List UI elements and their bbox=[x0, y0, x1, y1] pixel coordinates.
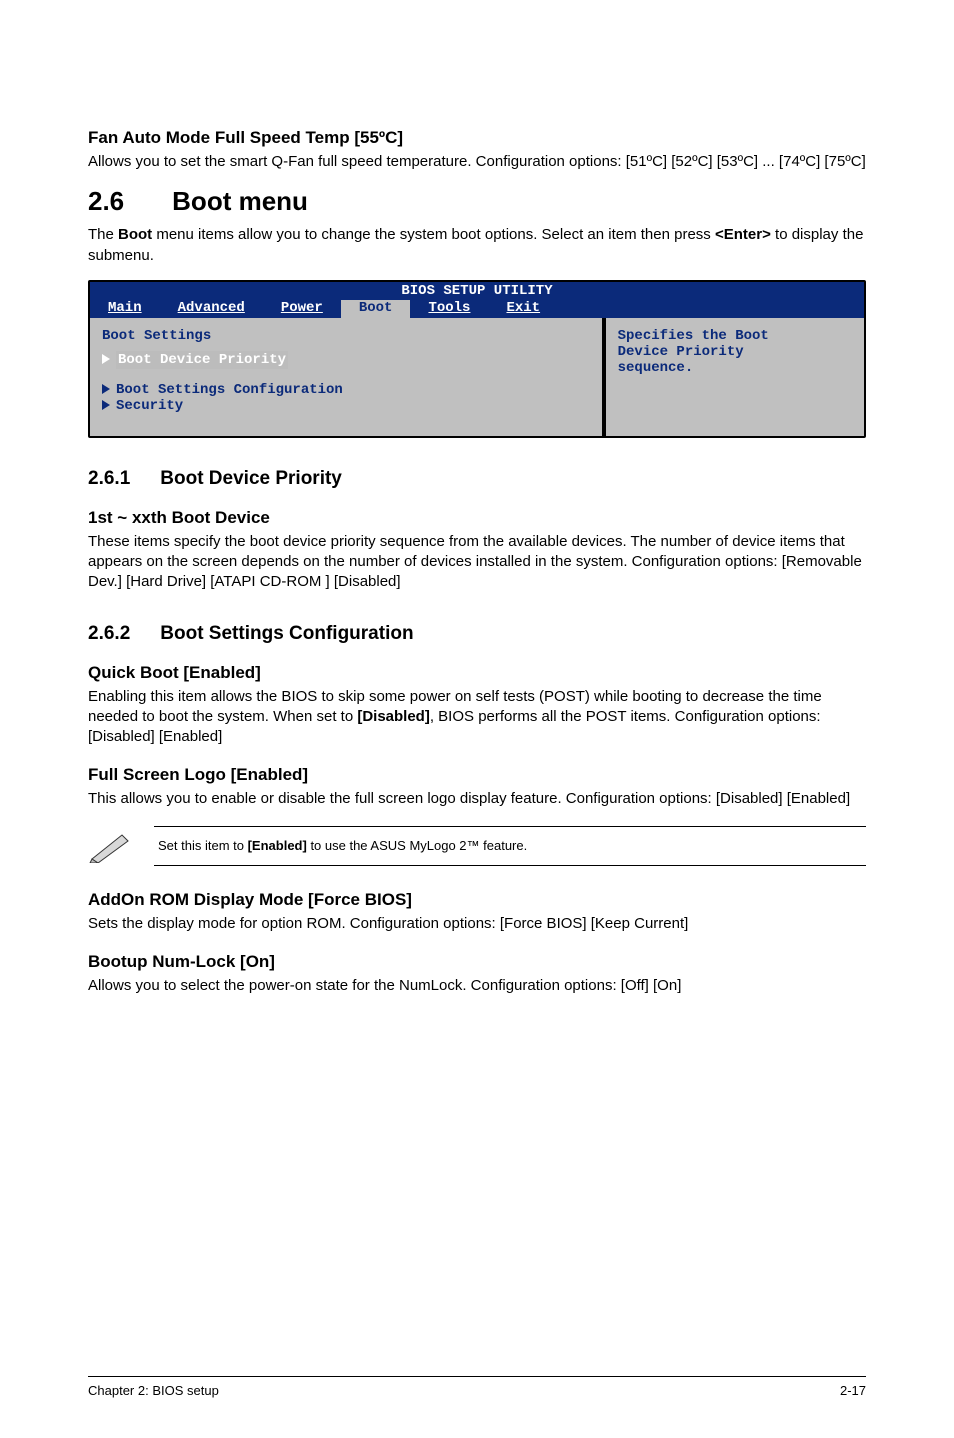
bold-boot: Boot bbox=[118, 226, 152, 243]
note-content: Set this item to [Enabled] to use the AS… bbox=[154, 826, 866, 866]
triangle-right-icon bbox=[102, 400, 110, 410]
bios-right-pane: Specifies the Boot Device Priority seque… bbox=[604, 318, 864, 436]
bios-left-heading: Boot Settings bbox=[102, 328, 590, 344]
subsection-number: 2.6.1 bbox=[88, 468, 130, 490]
note-box: Set this item to [Enabled] to use the AS… bbox=[88, 820, 866, 872]
bios-item-boot-settings-config[interactable]: Boot Settings Configuration bbox=[102, 382, 590, 398]
section-number: 2.6 bbox=[88, 186, 124, 217]
bios-item-label: Boot Settings Configuration bbox=[116, 382, 343, 398]
heading-fan-auto: Fan Auto Mode Full Speed Temp [55ºC] bbox=[88, 128, 866, 148]
bios-item-label: Security bbox=[116, 398, 183, 414]
footer-right: 2-17 bbox=[840, 1383, 866, 1398]
triangle-right-icon bbox=[102, 384, 110, 394]
para-full-screen-logo: This allows you to enable or disable the… bbox=[88, 789, 866, 809]
heading-addon-rom: AddOn ROM Display Mode [Force BIOS] bbox=[88, 890, 866, 910]
subsection-title: Boot Settings Configuration bbox=[160, 623, 413, 645]
bios-tab-exit[interactable]: Exit bbox=[488, 300, 558, 318]
text: Set this item to bbox=[158, 838, 248, 853]
bios-item-security[interactable]: Security bbox=[102, 398, 590, 414]
bios-tab-bar: Main Advanced Power Boot Tools Exit bbox=[90, 300, 864, 318]
bios-tab-tools[interactable]: Tools bbox=[410, 300, 488, 318]
bios-item-label: Boot Device Priority bbox=[116, 351, 288, 369]
section-row: 2.6 Boot menu bbox=[88, 186, 866, 217]
bios-sub-group: Boot Settings Configuration Security bbox=[102, 382, 590, 414]
bios-body: Boot Settings Boot Device Priority Boot … bbox=[90, 318, 864, 436]
bios-help-line: Device Priority bbox=[618, 344, 852, 360]
bios-left-pane: Boot Settings Boot Device Priority Boot … bbox=[90, 318, 604, 436]
para-quick-boot: Enabling this item allows the BIOS to sk… bbox=[88, 687, 866, 748]
footer-left: Chapter 2: BIOS setup bbox=[88, 1383, 219, 1398]
para-boot-intro: The Boot menu items allow you to change … bbox=[88, 225, 866, 266]
heading-full-screen-logo: Full Screen Logo [Enabled] bbox=[88, 765, 866, 785]
bold-enter: <Enter> bbox=[715, 226, 771, 243]
heading-quick-boot: Quick Boot [Enabled] bbox=[88, 663, 866, 683]
triangle-right-icon bbox=[102, 354, 110, 364]
subsection-row: 2.6.2 Boot Settings Configuration bbox=[88, 623, 866, 645]
bios-screenshot: BIOS SETUP UTILITY Main Advanced Power B… bbox=[88, 280, 866, 438]
subsection-title: Boot Device Priority bbox=[160, 468, 342, 490]
bios-tab-boot[interactable]: Boot bbox=[341, 300, 411, 318]
subsection-number: 2.6.2 bbox=[88, 623, 130, 645]
para-addon-rom: Sets the display mode for option ROM. Co… bbox=[88, 914, 866, 934]
bios-tab-advanced[interactable]: Advanced bbox=[160, 300, 263, 318]
bios-help-line: Specifies the Boot bbox=[618, 328, 852, 344]
pencil-icon bbox=[88, 829, 132, 863]
subsection-row: 2.6.1 Boot Device Priority bbox=[88, 468, 866, 490]
para-bootup-numlock: Allows you to select the power-on state … bbox=[88, 976, 866, 996]
bold-enabled: [Enabled] bbox=[248, 838, 307, 853]
note-text: Set this item to [Enabled] to use the AS… bbox=[158, 838, 527, 853]
heading-1st-boot: 1st ~ xxth Boot Device bbox=[88, 508, 866, 528]
text: menu items allow you to change the syste… bbox=[152, 226, 715, 243]
para-fan-auto: Allows you to set the smart Q-Fan full s… bbox=[88, 152, 866, 172]
page: Fan Auto Mode Full Speed Temp [55ºC] All… bbox=[0, 0, 954, 1438]
page-footer: Chapter 2: BIOS setup 2-17 bbox=[88, 1376, 866, 1398]
bios-item-boot-device-priority[interactable]: Boot Device Priority bbox=[102, 352, 590, 368]
para-1st-boot: These items specify the boot device prio… bbox=[88, 532, 866, 593]
bios-tab-main[interactable]: Main bbox=[90, 300, 160, 318]
text: The bbox=[88, 226, 118, 243]
bold-disabled: [Disabled] bbox=[357, 708, 430, 725]
bios-help-line: sequence. bbox=[618, 360, 852, 376]
heading-bootup-numlock: Bootup Num-Lock [On] bbox=[88, 952, 866, 972]
bios-tab-power[interactable]: Power bbox=[263, 300, 341, 318]
text: to use the ASUS MyLogo 2™ feature. bbox=[307, 838, 527, 853]
bios-title: BIOS SETUP UTILITY bbox=[90, 282, 864, 300]
section-title: Boot menu bbox=[172, 186, 308, 217]
